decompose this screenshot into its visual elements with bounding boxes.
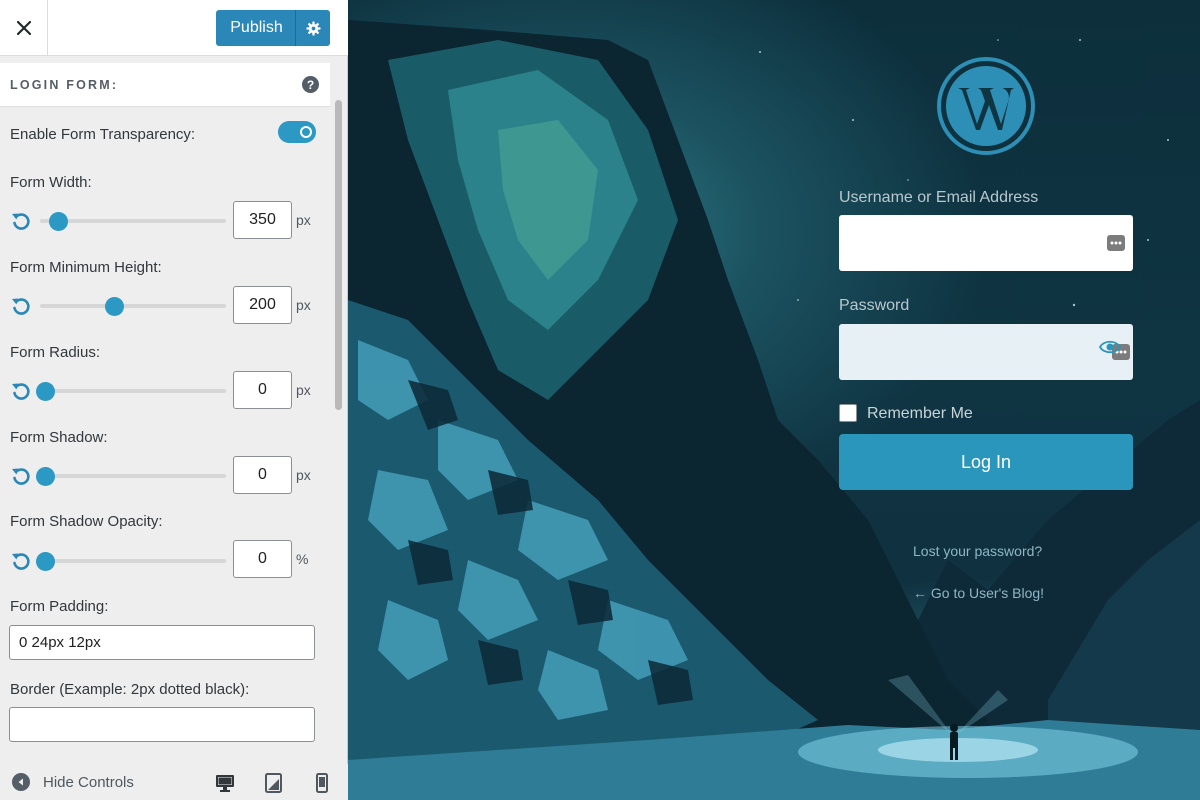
- reset-icon[interactable]: [10, 210, 32, 232]
- unit-label: %: [296, 551, 309, 567]
- reset-icon[interactable]: [10, 295, 32, 317]
- collapse-icon: [12, 773, 30, 791]
- form-min-height-slider[interactable]: [40, 296, 226, 316]
- section-title: LOGIN FORM:: [10, 78, 119, 92]
- unit-label: px: [296, 467, 311, 483]
- unit-label: px: [296, 212, 311, 228]
- back-to-blog-link[interactable]: ← Go to User's Blog!: [913, 585, 1044, 601]
- slider-thumb[interactable]: [104, 296, 124, 316]
- transparency-label: Enable Form Transparency:: [10, 126, 196, 143]
- lost-password-link[interactable]: Lost your password?: [913, 543, 1042, 559]
- reset-icon[interactable]: [10, 380, 32, 402]
- remember-me-checkbox[interactable]: [839, 404, 857, 422]
- publish-label: Publish: [230, 19, 283, 36]
- help-icon[interactable]: ?: [302, 76, 319, 93]
- username-input[interactable]: [839, 215, 1133, 271]
- form-width-slider[interactable]: [40, 211, 226, 231]
- tablet-icon[interactable]: [262, 772, 284, 794]
- slider-thumb[interactable]: [36, 381, 56, 401]
- password-input[interactable]: [839, 324, 1133, 380]
- password-label: Password: [839, 297, 910, 314]
- slider-thumb[interactable]: [36, 551, 56, 571]
- form-radius-slider[interactable]: [36, 381, 226, 401]
- publish-settings-button[interactable]: [296, 20, 330, 36]
- panel-footer: Hide Controls: [0, 764, 348, 800]
- unit-label: px: [296, 382, 311, 398]
- reset-icon[interactable]: [10, 465, 32, 487]
- form-width-input[interactable]: 350: [233, 201, 292, 239]
- form-radius-input[interactable]: 0: [233, 371, 292, 409]
- hide-controls-button[interactable]: Hide Controls: [12, 773, 134, 791]
- form-shadow-slider[interactable]: [36, 466, 226, 486]
- form-width-label: Form Width:: [10, 174, 92, 191]
- desktop-icon[interactable]: [214, 772, 236, 794]
- log-in-button[interactable]: Log In: [839, 434, 1133, 490]
- form-padding-label: Form Padding:: [10, 598, 109, 615]
- gear-icon: [305, 20, 321, 36]
- background-mountain-scene: [348, 20, 1200, 800]
- username-label: Username or Email Address: [839, 189, 1039, 206]
- panel-header: Publish: [0, 0, 348, 56]
- form-shadow-label: Form Shadow:: [10, 429, 108, 446]
- remember-me-label[interactable]: Remember Me: [867, 405, 973, 423]
- mobile-icon[interactable]: [311, 772, 333, 794]
- form-shadow-opacity-label: Form Shadow Opacity:: [10, 513, 163, 530]
- form-min-height-label: Form Minimum Height:: [10, 259, 162, 276]
- border-input[interactable]: [9, 707, 315, 742]
- slider-thumb[interactable]: [49, 211, 69, 231]
- border-label: Border (Example: 2px dotted black):: [10, 681, 250, 698]
- form-shadow-opacity-input[interactable]: 0: [233, 540, 292, 578]
- login-preview: Username or Email Address Password Remem…: [348, 0, 1200, 800]
- slider-thumb[interactable]: [36, 466, 56, 486]
- unit-label: px: [296, 297, 311, 313]
- publish-button[interactable]: Publish: [216, 10, 330, 46]
- section-header: LOGIN FORM: ?: [0, 63, 330, 107]
- form-padding-input[interactable]: 0 24px 12px: [9, 625, 315, 660]
- form-radius-label: Form Radius:: [10, 344, 101, 361]
- customizer-panel: Publish LOGIN FORM: ? Enable Form Transp…: [0, 0, 348, 800]
- password-manager-icon[interactable]: [1107, 235, 1125, 251]
- close-button[interactable]: [0, 0, 48, 56]
- form-shadow-input[interactable]: 0: [233, 456, 292, 494]
- close-icon: [16, 21, 31, 35]
- toggle-knob: [300, 126, 312, 138]
- show-password-icon[interactable]: [1099, 339, 1121, 355]
- hide-controls-label: Hide Controls: [43, 773, 134, 791]
- form-min-height-input[interactable]: 200: [233, 286, 292, 324]
- scrollbar[interactable]: [335, 100, 342, 410]
- transparency-toggle[interactable]: [278, 121, 316, 143]
- wordpress-logo-icon[interactable]: [936, 56, 1036, 156]
- form-shadow-opacity-slider[interactable]: [36, 551, 226, 571]
- reset-icon[interactable]: [10, 550, 32, 572]
